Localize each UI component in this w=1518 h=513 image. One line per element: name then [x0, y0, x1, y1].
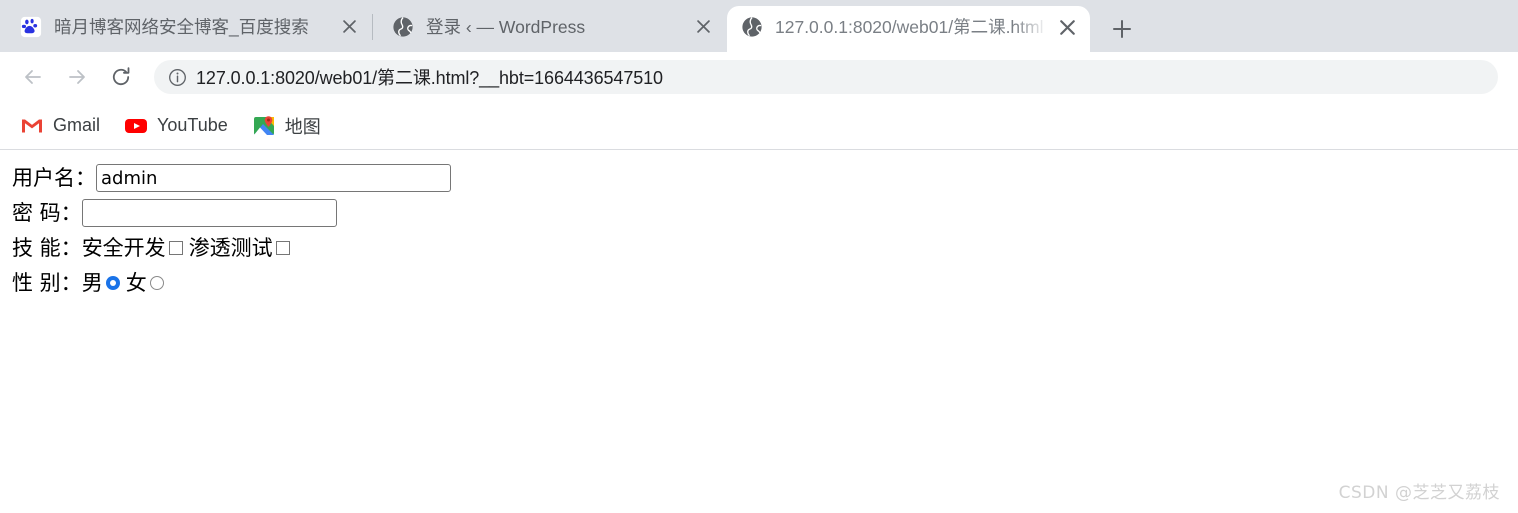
tab-title: 127.0.0.1:8020/web01/第二课.html [775, 17, 1044, 37]
info-circle-icon-glyph [168, 68, 186, 86]
tab-separator [372, 14, 373, 40]
page-viewport: 用户名： 密 码： 技 能： 安全开发 渗透测试 性 别： 男 女 [0, 150, 1518, 513]
plus-icon [1113, 20, 1131, 38]
bookmarks-bar: Gmail YouTube 地图 [0, 102, 1518, 150]
gender-option-label-male: 男 [81, 271, 103, 295]
globe-icon [393, 16, 413, 37]
tab-strip: 暗月博客网络安全博客_百度搜索 登录 ‹ — WordPress 127.0.0… [0, 0, 1518, 52]
browser-window: 暗月博客网络安全博客_百度搜索 登录 ‹ — WordPress 127.0.0… [0, 0, 1518, 513]
gender-label: 性 别： [12, 271, 82, 295]
tab-title: 登录 ‹ — WordPress [426, 16, 586, 37]
globe-icon [742, 17, 762, 37]
browser-tab-wordpress[interactable]: 登录 ‹ — WordPress [378, 5, 726, 52]
password-input[interactable] [81, 199, 337, 227]
reload-icon [112, 67, 130, 86]
tab-close-button[interactable] [1052, 12, 1082, 42]
forward-button[interactable] [58, 58, 96, 96]
arrow-right-icon [69, 70, 85, 84]
skill-checkbox-2[interactable] [275, 241, 290, 255]
browser-tab-baidu[interactable]: 暗月博客网络安全博客_百度搜索 [6, 5, 372, 52]
tab-close-button[interactable] [334, 12, 364, 42]
tab-close-button[interactable] [688, 12, 718, 42]
bookmark-label: Gmail [53, 115, 101, 135]
gender-option-label-female: 女 [125, 271, 147, 295]
skill-checkbox-1[interactable] [168, 241, 183, 255]
form-row-skills: 技 能： 安全开发 渗透测试 [12, 232, 1518, 264]
address-bar[interactable]: 127.0.0.1:8020/web01/第二课.html?__hbt=1664… [154, 60, 1498, 94]
close-icon [342, 20, 356, 33]
new-tab-button[interactable] [1105, 12, 1139, 46]
password-label: 密 码： [12, 201, 82, 225]
username-input[interactable] [96, 164, 451, 192]
reload-button[interactable] [102, 58, 140, 96]
login-form: 用户名： 密 码： 技 能： 安全开发 渗透测试 性 别： 男 女 [0, 150, 1518, 299]
gender-radio-female[interactable] [149, 276, 164, 290]
gmail-icon [22, 119, 42, 132]
google-maps-icon [253, 115, 274, 135]
skill-option-label-1: 安全开发 [81, 236, 166, 260]
browser-toolbar: 127.0.0.1:8020/web01/第二课.html?__hbt=1664… [0, 52, 1518, 102]
arrow-left-icon [25, 70, 41, 84]
bookmark-maps[interactable]: 地图 [242, 110, 331, 142]
username-label: 用户名： [12, 166, 96, 190]
close-icon [1059, 19, 1075, 35]
back-button[interactable] [14, 58, 52, 96]
address-bar-url: 127.0.0.1:8020/web01/第二课.html?__hbt=1664… [196, 68, 663, 88]
close-icon [696, 20, 710, 33]
gender-radio-male[interactable] [105, 276, 120, 290]
tab-title: 暗月博客网络安全博客_百度搜索 [54, 16, 309, 37]
info-circle-icon[interactable] [164, 64, 190, 90]
csdn-watermark: CSDN @芝芝又荔枝 [1338, 483, 1500, 503]
baidu-paw-icon [20, 16, 42, 37]
browser-tab-active-lesson2[interactable]: 127.0.0.1:8020/web01/第二课.html [727, 6, 1090, 52]
youtube-icon [125, 118, 148, 133]
skills-label: 技 能： [12, 236, 82, 260]
skill-option-label-2: 渗透测试 [188, 236, 273, 260]
form-row-username: 用户名： [12, 162, 1518, 194]
bookmark-label: 地图 [284, 116, 321, 137]
bookmark-youtube[interactable]: YouTube [114, 110, 238, 142]
bookmark-label: YouTube [157, 115, 228, 135]
form-row-password: 密 码： [12, 197, 1518, 229]
bookmark-gmail[interactable]: Gmail [10, 110, 110, 142]
form-row-gender: 性 别： 男 女 [12, 267, 1518, 299]
